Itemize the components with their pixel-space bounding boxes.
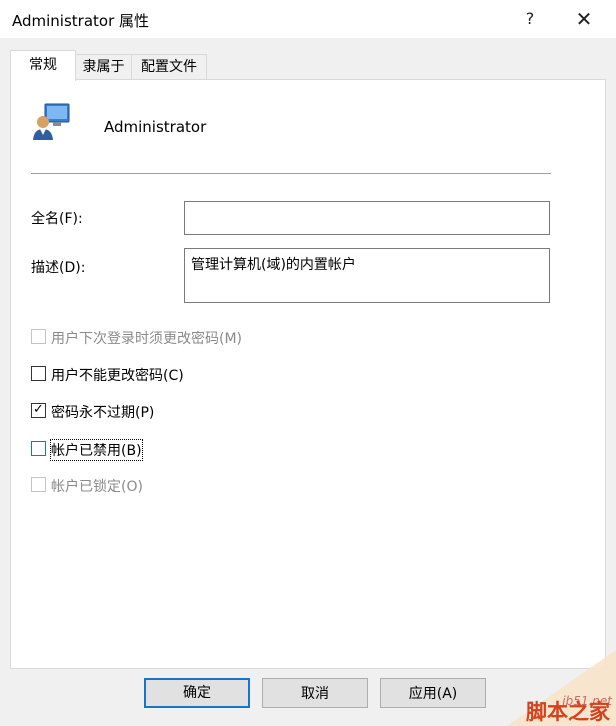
- checkbox-label: 密码永不过期(P): [51, 405, 155, 421]
- tab-member-of[interactable]: 隶属于: [74, 54, 133, 80]
- apply-button[interactable]: 应用(A): [380, 678, 486, 708]
- tab-profile[interactable]: 配置文件: [131, 54, 207, 80]
- user-computer-icon: [33, 103, 70, 140]
- checkbox-label: 用户不能更改密码(C): [51, 368, 184, 384]
- description-field[interactable]: 管理计算机(域)的内置帐户: [184, 248, 550, 303]
- help-button[interactable]: ?: [510, 6, 550, 32]
- general-panel: Administrator 全名(F): 描述(D): 管理计算机(域)的内置帐…: [10, 79, 606, 669]
- checkmark-icon: ✓: [33, 402, 44, 417]
- watermark-text: 脚本之家: [526, 700, 610, 724]
- checkbox-box: [31, 366, 46, 381]
- description-value: 管理计算机(域)的内置帐户: [191, 257, 356, 273]
- tab-general[interactable]: 常规: [10, 50, 76, 81]
- fullname-field[interactable]: [184, 201, 550, 235]
- watermark-logo: jb51.net 脚本之家: [487, 650, 616, 726]
- checkbox-box: [31, 477, 46, 492]
- checkbox-label: 用户下次登录时须更改密码(M): [51, 331, 243, 347]
- checkbox-label: 帐户已锁定(O): [51, 479, 143, 495]
- checkbox-box: [31, 441, 46, 456]
- fullname-label: 全名(F):: [31, 211, 83, 227]
- ok-button[interactable]: 确定: [144, 678, 250, 708]
- checkbox-label: 帐户已禁用(B): [50, 439, 143, 461]
- divider: [31, 173, 551, 174]
- window-title: Administrator 属性: [12, 12, 150, 30]
- close-button[interactable]: ✕: [564, 6, 604, 32]
- checkbox-box: ✓: [31, 402, 46, 418]
- checkbox-box: [31, 329, 46, 344]
- user-name: Administrator: [104, 118, 207, 136]
- cancel-button[interactable]: 取消: [262, 678, 368, 708]
- title-bar: Administrator 属性 ? ✕: [0, 0, 616, 38]
- description-label: 描述(D):: [31, 260, 86, 276]
